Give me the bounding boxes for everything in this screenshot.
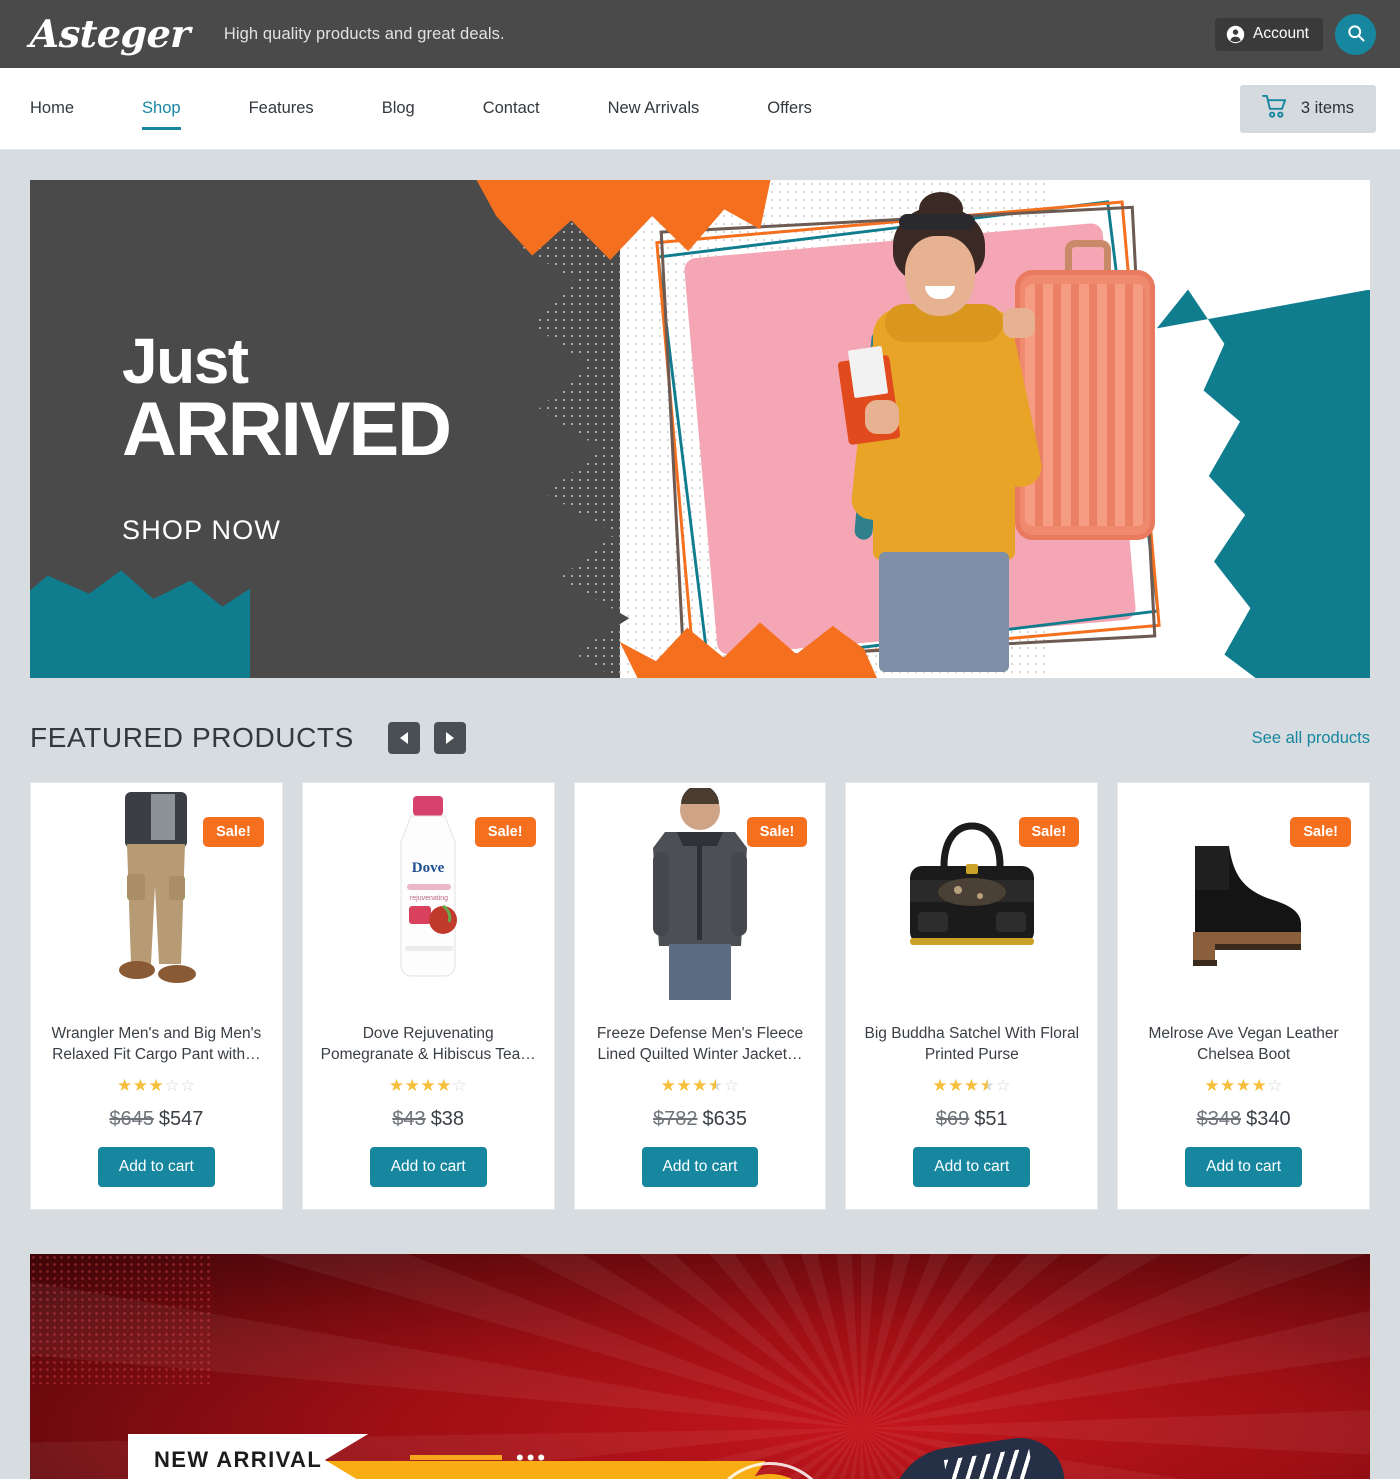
add-to-cart-button[interactable]: Add to cart bbox=[1185, 1147, 1303, 1187]
search-button[interactable] bbox=[1335, 13, 1376, 55]
see-all-products-link[interactable]: See all products bbox=[1252, 729, 1370, 748]
product-card[interactable]: Sale! Big Buddha Satchel With Floral Pri… bbox=[845, 782, 1099, 1210]
product-image: Sale! bbox=[1132, 783, 1355, 1013]
nav-item-new-arrivals[interactable]: New Arrivals bbox=[608, 99, 734, 118]
old-price: $782 bbox=[652, 1108, 698, 1130]
nav-item-contact[interactable]: Contact bbox=[483, 99, 574, 118]
product-rating: ★★★★☆ bbox=[932, 1076, 1012, 1095]
hero-shop-now-link[interactable]: SHOP NOW bbox=[122, 515, 450, 546]
top-bar-actions: Account bbox=[1214, 13, 1376, 55]
account-label: Account bbox=[1252, 25, 1309, 42]
hero-headline-line1: Just bbox=[122, 325, 249, 397]
add-to-cart-button[interactable]: Add to cart bbox=[913, 1147, 1031, 1187]
running-shoe-image bbox=[883, 1404, 1073, 1479]
chevron-left-icon bbox=[399, 732, 408, 744]
product-image: Sale! bbox=[589, 783, 812, 1013]
old-price: $43 bbox=[392, 1108, 426, 1130]
add-to-cart-button[interactable]: Add to cart bbox=[641, 1147, 759, 1187]
product-price: $782 $635 bbox=[653, 1108, 747, 1131]
new-price: $38 bbox=[430, 1108, 465, 1130]
search-icon bbox=[1346, 23, 1366, 46]
hero-model-image bbox=[807, 191, 1156, 678]
svg-text:Dove: Dove bbox=[412, 860, 445, 876]
nav-item-offers[interactable]: Offers bbox=[767, 99, 812, 118]
product-card[interactable]: Sale! Freeze Defense Men's Fleece Lined … bbox=[573, 782, 827, 1210]
hero-text-block: Just ARRIVED SHOP NOW bbox=[122, 325, 452, 546]
sale-badge: Sale! bbox=[474, 817, 536, 847]
product-name: Wrangler Men's and Big Men's Relaxed Fit… bbox=[51, 1025, 262, 1064]
cart-button[interactable]: 3 items bbox=[1239, 84, 1376, 133]
main-navigation: Home Shop Features Blog Contact New Arri… bbox=[0, 68, 1400, 150]
new-price: $635 bbox=[702, 1108, 747, 1130]
product-image: Sale! bbox=[45, 783, 268, 1013]
new-price: $547 bbox=[158, 1108, 204, 1130]
new-price: $51 bbox=[974, 1108, 1008, 1130]
old-price: $348 bbox=[1196, 1108, 1242, 1130]
product-rating: ★★★★☆ bbox=[660, 1076, 740, 1095]
hero-headline-line2: ARRIVED bbox=[122, 386, 452, 472]
product-price: $43 $38 bbox=[392, 1108, 464, 1131]
product-price: $69 $51 bbox=[936, 1108, 1008, 1131]
product-name: Freeze Defense Men's Fleece Lined Quilte… bbox=[596, 1025, 804, 1064]
svg-text:rejuvenating: rejuvenating bbox=[410, 895, 448, 902]
product-image: Sale! bbox=[860, 783, 1083, 1013]
section-title: FEATURED PRODUCTS bbox=[30, 722, 354, 753]
account-button[interactable]: Account bbox=[1214, 17, 1323, 51]
carousel-prev-button[interactable] bbox=[387, 722, 420, 754]
sale-badge: Sale! bbox=[1290, 817, 1351, 847]
new-price: $340 bbox=[1246, 1108, 1291, 1130]
sale-badge: Sale! bbox=[746, 817, 808, 847]
carousel-next-button[interactable] bbox=[433, 722, 466, 754]
nav-links: Home Shop Features Blog Contact New Arri… bbox=[30, 99, 812, 130]
nav-item-home[interactable]: Home bbox=[30, 99, 108, 118]
site-logo[interactable]: Asteger bbox=[29, 11, 190, 56]
user-circle-icon bbox=[1226, 25, 1245, 44]
product-card[interactable]: Sale! Wrangler Men's and Big Men's Relax… bbox=[30, 782, 283, 1210]
nav-item-features[interactable]: Features bbox=[249, 99, 348, 118]
product-name: Big Buddha Satchel With Floral Printed P… bbox=[864, 1025, 1080, 1064]
product-name: Melrose Ave Vegan Leather Chelsea Boot bbox=[1148, 1025, 1339, 1064]
top-bar: Asteger High quality products and great … bbox=[0, 0, 1400, 68]
product-rating: ★★★☆☆ bbox=[117, 1076, 196, 1095]
hero-banner[interactable]: Just ARRIVED SHOP NOW bbox=[30, 180, 1370, 678]
old-price: $69 bbox=[935, 1108, 970, 1130]
add-to-cart-button[interactable]: Add to cart bbox=[97, 1147, 215, 1187]
product-price: $348 $340 bbox=[1197, 1108, 1291, 1131]
product-price: $645 $547 bbox=[109, 1108, 203, 1131]
featured-products-header: FEATURED PRODUCTS See all products bbox=[30, 722, 1370, 754]
promo-halftone-pattern bbox=[30, 1254, 210, 1384]
product-card[interactable]: Dove rejuvenating Sale! Dove Rejuvenatin… bbox=[301, 782, 555, 1210]
add-to-cart-button[interactable]: Add to cart bbox=[369, 1147, 487, 1187]
nav-item-shop[interactable]: Shop bbox=[142, 99, 215, 130]
promo-banner[interactable]: 50% SAVE NEW ARRIVAL ••• RUNNING SHOES bbox=[30, 1254, 1370, 1479]
nav-item-blog[interactable]: Blog bbox=[382, 99, 449, 118]
product-rating: ★★★★☆ bbox=[388, 1076, 468, 1095]
product-grid: Sale! Wrangler Men's and Big Men's Relax… bbox=[30, 782, 1370, 1210]
chevron-right-icon bbox=[445, 732, 454, 744]
page-content: Just ARRIVED SHOP NOW FEATURED PRODUCTS … bbox=[0, 180, 1400, 1479]
promo-dots: ••• bbox=[516, 1445, 549, 1470]
product-card[interactable]: Sale! Melrose Ave Vegan Leather Chelsea … bbox=[1117, 782, 1370, 1210]
product-image: Dove rejuvenating Sale! bbox=[317, 783, 540, 1013]
old-price: $645 bbox=[109, 1108, 154, 1130]
product-name: Dove Rejuvenating Pomegranate & Hibiscus… bbox=[320, 1025, 536, 1064]
product-rating: ★★★★☆ bbox=[1204, 1076, 1283, 1095]
sale-badge: Sale! bbox=[203, 817, 264, 847]
cart-label: 3 items bbox=[1300, 99, 1354, 117]
sale-badge: Sale! bbox=[1018, 817, 1080, 847]
promo-divider-line bbox=[410, 1455, 502, 1460]
shopping-cart-icon bbox=[1261, 94, 1289, 124]
site-tagline: High quality products and great deals. bbox=[223, 24, 505, 43]
